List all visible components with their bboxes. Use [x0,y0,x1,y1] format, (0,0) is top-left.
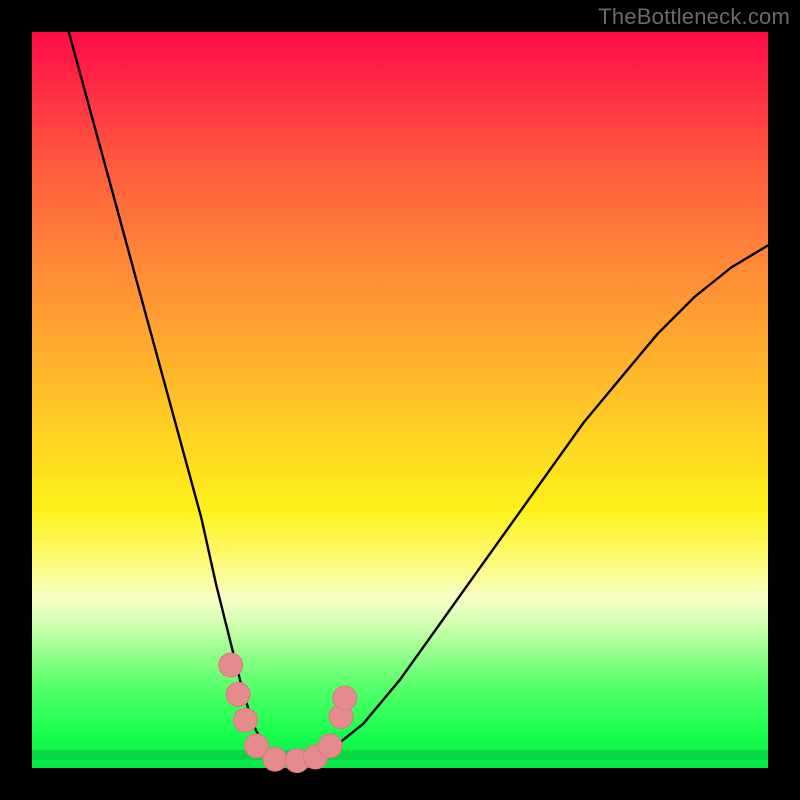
curve-marker [263,747,287,771]
curve-marker [226,682,250,706]
curve-markers [219,653,357,773]
curve-marker [219,653,243,677]
curve-layer [32,32,768,768]
chart-frame: TheBottleneck.com [0,0,800,800]
watermark-text: TheBottleneck.com [598,4,790,30]
curve-marker [318,734,342,758]
curve-marker [233,708,257,732]
curve-marker [333,686,357,710]
bottleneck-curve [69,32,768,761]
